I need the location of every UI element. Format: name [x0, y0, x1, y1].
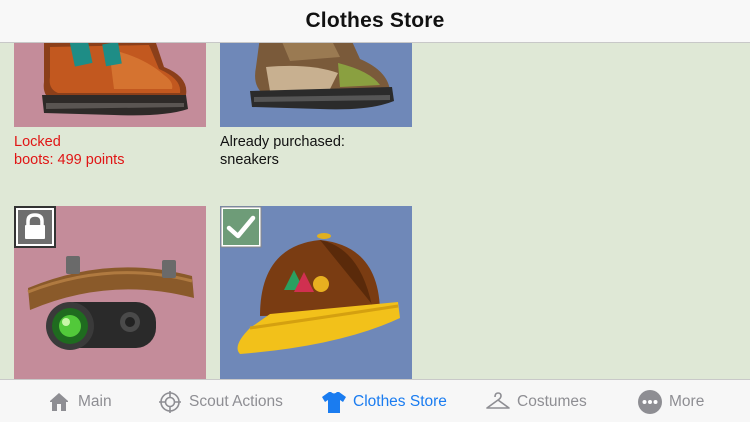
tab-clothes-store-label: Clothes Store [353, 392, 447, 410]
item-tile-cap[interactable] [220, 206, 412, 379]
tab-costumes-label: Costumes [517, 392, 587, 410]
house-icon [46, 389, 72, 415]
shirt-icon [321, 389, 347, 415]
tab-scout-actions-label: Scout Actions [189, 392, 283, 410]
store-grid[interactable]: Locked boots: 499 points Already purchas… [0, 43, 750, 379]
caption-sneakers: Already purchased: sneakers [220, 133, 412, 169]
item-tile-sneakers[interactable] [220, 43, 412, 127]
tab-bar: Main Scout Actions Clothes Store Costume… [0, 379, 750, 422]
lock-icon [14, 206, 56, 248]
caption-boots-line2: boots: 499 points [14, 152, 125, 168]
item-tile-headlamp[interactable] [14, 206, 206, 379]
tab-costumes[interactable]: Costumes [485, 380, 587, 422]
caption-boots: Locked boots: 499 points [14, 133, 206, 169]
more-dots-icon [637, 389, 663, 415]
item-tile-boots[interactable] [14, 43, 206, 127]
tab-more[interactable]: More [637, 380, 704, 422]
tab-more-label: More [669, 392, 705, 410]
hanger-icon [485, 389, 511, 415]
caption-boots-line1: Locked [14, 134, 61, 150]
navigation-bar: Clothes Store [0, 0, 750, 43]
caption-sneakers-line2: sneakers [220, 152, 279, 168]
tab-main-label: Main [78, 392, 112, 410]
compass-icon [157, 389, 183, 415]
page-title: Clothes Store [305, 9, 445, 32]
caption-sneakers-line1: Already purchased: [220, 134, 345, 150]
tab-scout-actions[interactable]: Scout Actions [157, 380, 283, 422]
checkmark-icon [220, 206, 262, 248]
tab-main[interactable]: Main [46, 380, 112, 422]
boots-image [14, 43, 206, 127]
tab-clothes-store[interactable]: Clothes Store [321, 380, 447, 422]
sneakers-image [220, 43, 412, 127]
